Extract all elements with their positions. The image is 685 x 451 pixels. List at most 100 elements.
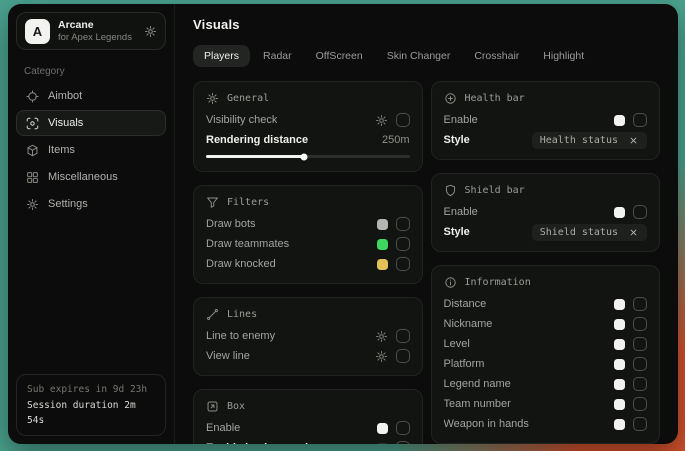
color-swatch[interactable] xyxy=(614,319,625,330)
tab-players[interactable]: Players xyxy=(193,45,250,67)
tab-skin-changer[interactable]: Skin Changer xyxy=(376,45,462,67)
x-icon[interactable] xyxy=(628,135,639,146)
checkbox[interactable] xyxy=(633,113,647,127)
color-swatch[interactable] xyxy=(377,443,388,445)
slider-rendering-distance[interactable] xyxy=(206,155,410,158)
sidebar-item-label: Settings xyxy=(48,198,88,210)
sidebar-item-aimbot[interactable]: Aimbot xyxy=(16,83,166,109)
setting-label: Distance xyxy=(444,298,487,310)
panel-title: General xyxy=(227,93,269,104)
checkbox[interactable] xyxy=(396,257,410,271)
slider-thumb[interactable] xyxy=(300,153,307,160)
setting-row-visibility-check: Visibility check xyxy=(206,110,410,130)
checkbox[interactable] xyxy=(633,417,647,431)
tab-crosshair[interactable]: Crosshair xyxy=(463,45,530,67)
setting-row-enable: Enable xyxy=(444,110,648,130)
checkbox[interactable] xyxy=(633,205,647,219)
style-select[interactable]: Health status xyxy=(532,132,647,149)
checkbox[interactable] xyxy=(396,441,410,444)
gear-icon xyxy=(206,92,219,105)
color-swatch[interactable] xyxy=(377,239,388,250)
setting-label: Weapon in hands xyxy=(444,418,529,430)
app-name: Arcane xyxy=(58,19,136,32)
sidebar-item-label: Aimbot xyxy=(48,90,82,102)
color-swatch[interactable] xyxy=(377,423,388,434)
brand-text: Arcane for Apex Legends xyxy=(58,19,136,44)
setting-controls xyxy=(614,113,647,127)
setting-label: Enable xyxy=(206,422,240,434)
session-duration-text: Session duration 2m 54s xyxy=(27,398,155,428)
panel-title: Filters xyxy=(227,197,269,208)
sidebar-item-items[interactable]: Items xyxy=(16,137,166,163)
desktop-background: { "desktop": { "base_color": "#4aa18e", … xyxy=(0,0,685,451)
setting-row-view-line: View line xyxy=(206,346,410,366)
setting-controls: 250m xyxy=(382,134,410,146)
checkbox[interactable] xyxy=(633,377,647,391)
color-swatch[interactable] xyxy=(614,419,625,430)
checkbox[interactable] xyxy=(396,349,410,363)
select-value: Shield status xyxy=(540,227,618,238)
tab-highlight[interactable]: Highlight xyxy=(532,45,595,67)
setting-controls: Health status xyxy=(532,132,647,149)
setting-row-enable: Enable xyxy=(444,202,648,222)
setting-row-enable: Enable xyxy=(206,418,410,438)
checkbox[interactable] xyxy=(396,421,410,435)
color-swatch[interactable] xyxy=(614,399,625,410)
checkbox[interactable] xyxy=(396,237,410,251)
slider-value: 250m xyxy=(382,134,410,146)
setting-controls xyxy=(614,205,647,219)
setting-controls: Shield status xyxy=(532,224,647,241)
settings-gear-icon[interactable] xyxy=(144,25,157,38)
setting-controls xyxy=(614,377,647,391)
checkbox[interactable] xyxy=(633,297,647,311)
setting-controls xyxy=(614,397,647,411)
checkbox[interactable] xyxy=(396,329,410,343)
gear-icon[interactable] xyxy=(375,330,388,343)
checkbox[interactable] xyxy=(633,317,647,331)
page-title: Visuals xyxy=(193,17,660,32)
checkbox[interactable] xyxy=(633,397,647,411)
setting-label: Style xyxy=(444,226,470,238)
setting-label: Enable background xyxy=(206,442,308,444)
gear-icon[interactable] xyxy=(375,114,388,127)
panel-title: Health bar xyxy=(465,93,525,104)
sidebar-item-miscellaneous[interactable]: Miscellaneous xyxy=(16,164,166,190)
setting-row-rendering-distance: Rendering distance250m xyxy=(206,130,410,150)
tab-radar[interactable]: Radar xyxy=(252,45,303,67)
panel-header: Filters xyxy=(206,194,410,211)
app-logo: A xyxy=(25,19,50,44)
checkbox[interactable] xyxy=(633,357,647,371)
checkbox[interactable] xyxy=(633,337,647,351)
panel-lines: LinesLine to enemyView line xyxy=(193,297,423,376)
checkbox[interactable] xyxy=(396,217,410,231)
setting-row-nickname: Nickname xyxy=(444,314,648,334)
checkbox[interactable] xyxy=(396,113,410,127)
sidebar-item-label: Visuals xyxy=(48,117,83,129)
sidebar-item-visuals[interactable]: Visuals xyxy=(16,110,166,136)
color-swatch[interactable] xyxy=(614,207,625,218)
setting-row-platform: Platform xyxy=(444,354,648,374)
panel-columns: General Visibility check Rendering distanc… xyxy=(193,81,660,444)
color-swatch[interactable] xyxy=(614,115,625,126)
color-swatch[interactable] xyxy=(614,339,625,350)
color-swatch[interactable] xyxy=(614,299,625,310)
gear-icon[interactable] xyxy=(375,350,388,363)
sidebar: A Arcane for Apex Legends Category Aimbo… xyxy=(8,4,175,444)
setting-label: Style xyxy=(444,134,470,146)
panel-title: Information xyxy=(465,277,531,288)
sidebar-item-settings[interactable]: Settings xyxy=(16,191,166,217)
crosshair-icon xyxy=(26,90,39,103)
panel-health-bar: Health bar Enable Style Health status xyxy=(431,81,661,160)
color-swatch[interactable] xyxy=(377,259,388,270)
panel-information: InformationDistanceNicknameLevelPlatform… xyxy=(431,265,661,444)
setting-row-enable-background: Enable background xyxy=(206,438,410,444)
right-column: Health bar Enable Style Health status Shield… xyxy=(431,81,661,444)
color-swatch[interactable] xyxy=(614,379,625,390)
tab-offscreen[interactable]: OffScreen xyxy=(305,45,374,67)
x-icon[interactable] xyxy=(628,227,639,238)
style-select[interactable]: Shield status xyxy=(532,224,647,241)
color-swatch[interactable] xyxy=(377,219,388,230)
setting-label: Visibility check xyxy=(206,114,277,126)
setting-label: View line xyxy=(206,350,250,362)
color-swatch[interactable] xyxy=(614,359,625,370)
